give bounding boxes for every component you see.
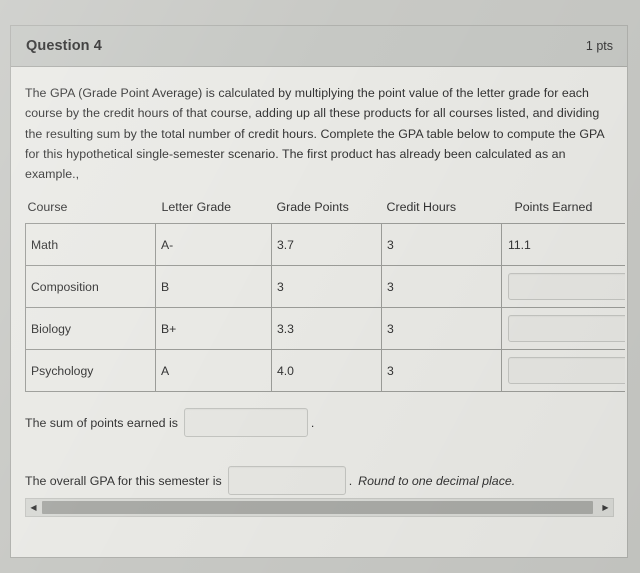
column-header-points-earned: Points Earned xyxy=(514,200,593,215)
sum-answer-period: . xyxy=(310,415,315,430)
points-earned-input-biology[interactable] xyxy=(508,315,625,343)
cell-credit-hours: 3 xyxy=(381,265,502,309)
points-earned-input-composition[interactable] xyxy=(508,273,625,301)
gpa-answer-row: The overall GPA for this semester is . R… xyxy=(25,466,613,496)
scroll-right-arrow-icon[interactable]: ▶ xyxy=(598,499,613,516)
question-header: Question 4 1 pts xyxy=(11,26,627,67)
column-header-letter-grade: Letter Grade xyxy=(161,200,232,215)
column-header-grade-points: Grade Points xyxy=(276,200,349,215)
cell-course: Biology xyxy=(25,307,156,351)
scroll-left-arrow-icon[interactable]: ◀ xyxy=(26,499,41,516)
cell-credit-hours: 3 xyxy=(381,223,502,267)
cell-course: Composition xyxy=(25,265,156,309)
cell-grade-points: 3.3 xyxy=(271,307,382,351)
question-card: Question 4 1 pts The GPA (Grade Point Av… xyxy=(10,25,628,558)
cell-points-earned xyxy=(501,265,625,309)
table-header-row: Course Letter Grade Grade Points Credit … xyxy=(26,200,626,224)
sum-answer-row: The sum of points earned is . xyxy=(25,408,613,438)
gpa-answer-input[interactable] xyxy=(227,466,346,496)
cell-points-earned xyxy=(501,307,625,351)
cell-grade-points: 3.7 xyxy=(271,223,382,267)
cell-letter-grade: A xyxy=(155,349,272,393)
gpa-answer-label: The overall GPA for this semester is xyxy=(25,473,222,488)
gpa-answer-period: . xyxy=(348,473,353,488)
column-header-credit-hours: Credit Hours xyxy=(386,200,457,215)
gpa-table: Course Letter Grade Grade Points Credit … xyxy=(25,200,626,393)
question-prompt: The GPA (Grade Point Average) is calcula… xyxy=(25,86,605,182)
scrollbar-thumb[interactable] xyxy=(42,501,594,514)
cell-letter-grade: B xyxy=(155,265,272,309)
cell-letter-grade: A- xyxy=(155,223,272,267)
cell-points-earned xyxy=(501,349,625,393)
sum-answer-input[interactable] xyxy=(183,408,308,438)
table-row: Composition B 3 3 xyxy=(25,265,625,309)
points-earned-input-psychology[interactable] xyxy=(508,357,625,385)
cell-credit-hours: 3 xyxy=(381,307,502,351)
horizontal-scrollbar[interactable]: ◀ ▶ xyxy=(25,498,614,517)
cell-grade-points: 4.0 xyxy=(271,349,382,393)
scrollbar-track[interactable] xyxy=(41,499,598,516)
column-header-course: Course xyxy=(27,200,68,215)
cell-course: Psychology xyxy=(25,349,156,393)
sum-answer-label: The sum of points earned is xyxy=(25,415,178,430)
page-title: Question 4 xyxy=(26,38,102,54)
table-row: Psychology A 4.0 3 xyxy=(25,349,625,393)
cell-credit-hours: 3 xyxy=(381,349,502,393)
gpa-rounding-hint: Round to one decimal place. xyxy=(358,473,516,488)
points-badge: 1 pts xyxy=(585,39,613,53)
table-row: Math A- 3.7 3 11.1 xyxy=(25,223,625,267)
cell-course: Math xyxy=(25,223,156,267)
cell-points-earned: 11.1 xyxy=(501,223,625,267)
question-body: The GPA (Grade Point Average) is calcula… xyxy=(11,67,627,557)
cell-letter-grade: B+ xyxy=(155,307,272,351)
gpa-table-wrapper: Course Letter Grade Grade Points Credit … xyxy=(25,200,626,393)
table-row: Biology B+ 3.3 3 xyxy=(25,307,625,351)
cell-grade-points: 3 xyxy=(271,265,382,309)
